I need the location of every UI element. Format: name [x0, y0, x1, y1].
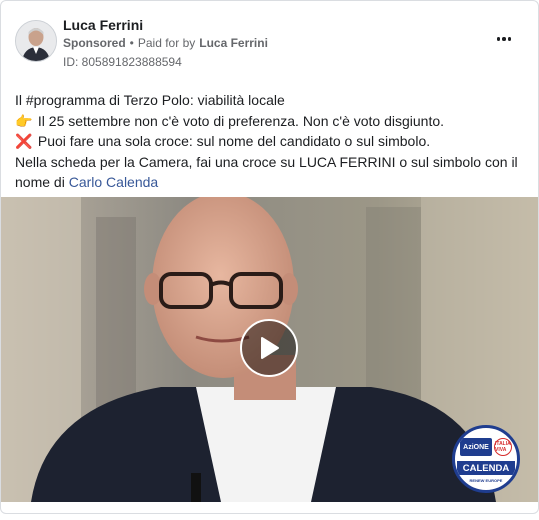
- post-line-3-text: Puoi fare una sola croce: sul nome del c…: [37, 133, 431, 149]
- paid-for-text: Paid for by: [137, 36, 196, 50]
- play-button[interactable]: [240, 319, 298, 377]
- post-line-2-text: Il 25 settembre non c'è voto di preferen…: [37, 112, 445, 129]
- calenda-name: CALENDA: [457, 461, 515, 475]
- post-line-1: Il #programma di Terzo Polo: viabilità l…: [15, 92, 285, 108]
- post-line-2: 👉 Il 25 settembre non c'è voto di prefer…: [15, 111, 520, 132]
- cross-mark-icon: ❌: [15, 133, 33, 149]
- play-icon: [261, 337, 279, 359]
- payer-name[interactable]: Luca Ferrini: [199, 36, 268, 50]
- ad-post-card: Luca Ferrini Sponsored • Paid for by Luc…: [0, 0, 539, 514]
- sponsored-label: Sponsored: [63, 36, 126, 50]
- meta-separator: •: [129, 36, 134, 50]
- post-line-4: Nella scheda per la Camera, fai una croc…: [15, 152, 520, 193]
- ad-id: ID: 805891823888594: [63, 55, 182, 69]
- post-body-text: Il #programma di Terzo Polo: viabilità l…: [15, 90, 520, 193]
- sponsored-meta: Sponsored • Paid for by Luca Ferrini: [63, 36, 268, 50]
- italia-viva-logo: ITALIA VIVA: [494, 438, 512, 456]
- pointing-hand-icon: 👉: [15, 112, 33, 129]
- more-horizontal-icon[interactable]: [492, 31, 516, 47]
- renew-europe-label: RENEW EUROPE: [469, 478, 503, 483]
- author-avatar[interactable]: [15, 20, 57, 62]
- avatar-photo: [16, 21, 56, 61]
- carlo-calenda-link[interactable]: Carlo Calenda: [69, 174, 159, 190]
- post-header: Luca Ferrini Sponsored • Paid for by Luc…: [15, 15, 524, 75]
- logo-top: AziONE ITALIA VIVA: [460, 438, 512, 456]
- azione-logo: AziONE: [460, 438, 492, 456]
- calenda-party-logo: AziONE ITALIA VIVA CALENDA RENEW EUROPE: [452, 425, 520, 493]
- author-name[interactable]: Luca Ferrini: [63, 17, 143, 33]
- post-line-3: ❌ Puoi fare una sola croce: sul nome del…: [15, 131, 520, 152]
